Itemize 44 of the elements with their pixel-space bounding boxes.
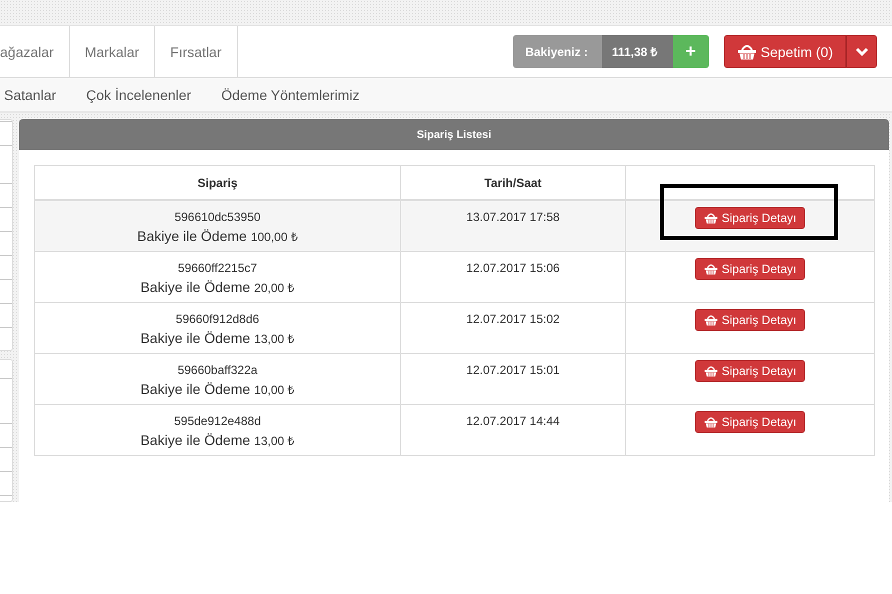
- basket-icon: [704, 416, 718, 428]
- subnav-link[interactable]: Satanlar: [4, 86, 56, 102]
- panel-title: Sipariş Listesi: [19, 119, 889, 150]
- order-detail-button[interactable]: Sipariş Detayı: [694, 411, 806, 433]
- order-datetime: 12.07.2017 15:02: [465, 312, 561, 326]
- chevron-down-icon: [854, 46, 868, 56]
- basket-icon: [704, 263, 718, 275]
- payment-method: Bakiye ile Ödeme: [137, 228, 247, 244]
- basket-icon: [704, 212, 718, 224]
- nav-link[interactable]: Markalar: [70, 26, 156, 77]
- order-amount: 13,00 ₺: [254, 433, 295, 449]
- order-detail-button[interactable]: Sipariş Detayı: [694, 360, 806, 382]
- order-amount: 13,00 ₺: [254, 331, 295, 347]
- payment-method: Bakiye ile Ödeme: [140, 381, 250, 397]
- order-id: 59660ff2215c7: [176, 261, 258, 275]
- payment-method: Bakiye ile Ödeme: [140, 432, 250, 448]
- order-detail-button[interactable]: Sipariş Detayı: [694, 207, 806, 229]
- order-id: 596610dc53950: [173, 210, 262, 224]
- add-balance-button[interactable]: +: [672, 35, 709, 68]
- basket-icon: [704, 314, 718, 326]
- cart-button[interactable]: Sepetim (0): [724, 35, 846, 68]
- order-detail-button[interactable]: Sipariş Detayı: [694, 258, 806, 280]
- balance-amount: 111,38 ₺: [602, 35, 673, 68]
- subnav-link[interactable]: Çok İncelenenler: [86, 86, 192, 102]
- order-amount: 20,00 ₺: [254, 280, 295, 296]
- basket-icon: [704, 365, 718, 377]
- order-amount: 100,00 ₺: [250, 229, 298, 245]
- order-id: 59660f912d8d6: [174, 312, 260, 326]
- cart-dropdown-button[interactable]: [846, 35, 877, 68]
- order-detail-button[interactable]: Sipariş Detayı: [694, 309, 806, 331]
- order-id: 59660baff322a: [176, 363, 258, 377]
- nav-link[interactable]: ağazalar: [0, 26, 70, 77]
- basket-icon: [736, 43, 757, 60]
- payment-method: Bakiye ile Ödeme: [140, 330, 250, 346]
- order-datetime: 12.07.2017 15:01: [465, 363, 561, 377]
- order-datetime: 13.07.2017 17:58: [465, 210, 561, 224]
- order-datetime: 12.07.2017 14:44: [465, 414, 561, 428]
- order-amount: 10,00 ₺: [254, 382, 295, 398]
- order-id: 595de912e488d: [173, 414, 262, 428]
- subnav-link[interactable]: Ödeme Yöntemlerimiz: [221, 86, 360, 102]
- order-datetime: 12.07.2017 15:06: [465, 261, 561, 275]
- payment-method: Bakiye ile Ödeme: [140, 279, 250, 295]
- nav-link[interactable]: Fırsatlar: [155, 26, 238, 77]
- balance-label: Bakiyeniz :: [513, 35, 602, 68]
